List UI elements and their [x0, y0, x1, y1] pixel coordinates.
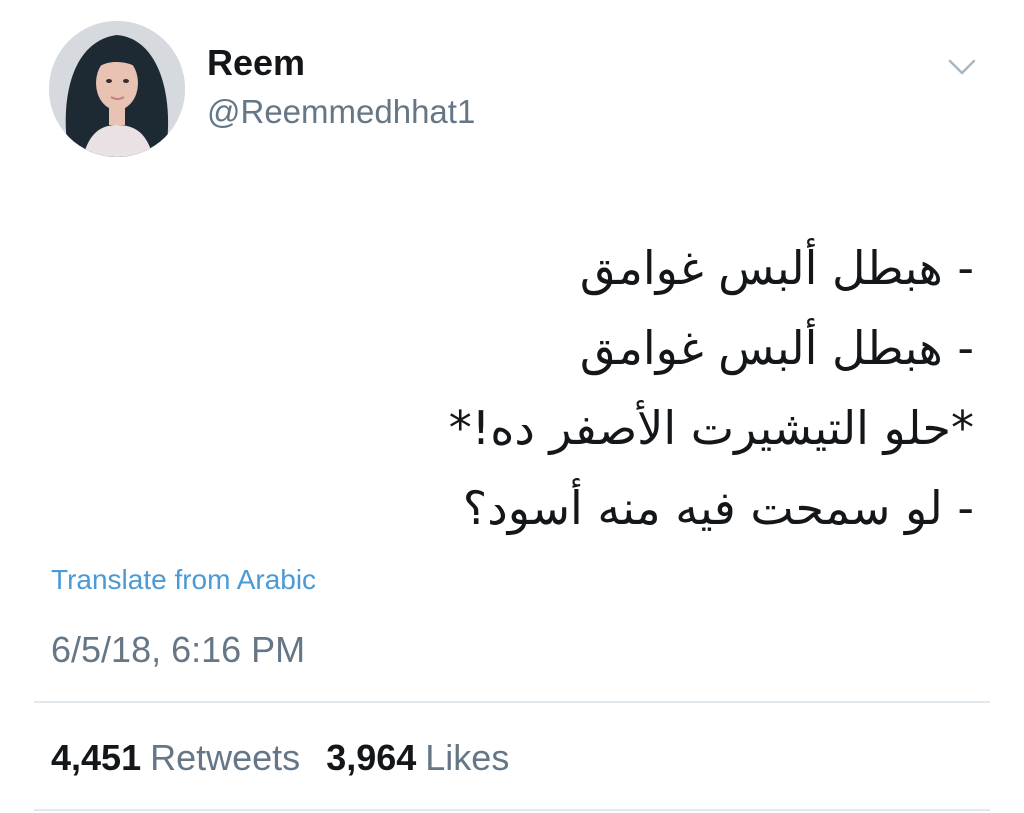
- likes-count: 3,964: [326, 737, 417, 778]
- tweet-line: - هبطل ألبس غوامق: [579, 321, 974, 375]
- retweets-count: 4,451: [51, 737, 142, 778]
- tweet-line: *حلو التيشيرت الأصفر ده!*: [448, 401, 974, 455]
- tweet-stats: 4,451 Retweets 3,964 Likes: [51, 736, 509, 780]
- retweets-label: Retweets: [150, 737, 301, 778]
- translate-link[interactable]: Translate from Arabic: [51, 562, 316, 598]
- retweets-stat[interactable]: 4,451 Retweets: [51, 736, 300, 780]
- tweet-text: - هبطل ألبس غوامق - هبطل ألبس غوامق *حلو…: [274, 228, 974, 548]
- tweet-line: - هبطل ألبس غوامق: [579, 241, 974, 295]
- user-handle[interactable]: @Reemmedhhat1: [207, 92, 475, 132]
- likes-stat[interactable]: 3,964 Likes: [326, 736, 509, 780]
- display-name[interactable]: Reem: [207, 42, 305, 84]
- tweet-line: - لو سمحت فيه منه أسود؟: [462, 481, 974, 535]
- likes-label: Likes: [425, 737, 510, 778]
- chevron-down-icon[interactable]: [942, 52, 982, 82]
- profile-photo: [49, 21, 185, 157]
- tweet-timestamp[interactable]: 6/5/18, 6:16 PM: [51, 628, 305, 672]
- avatar[interactable]: [49, 21, 185, 157]
- divider: [34, 809, 990, 811]
- divider: [34, 701, 990, 703]
